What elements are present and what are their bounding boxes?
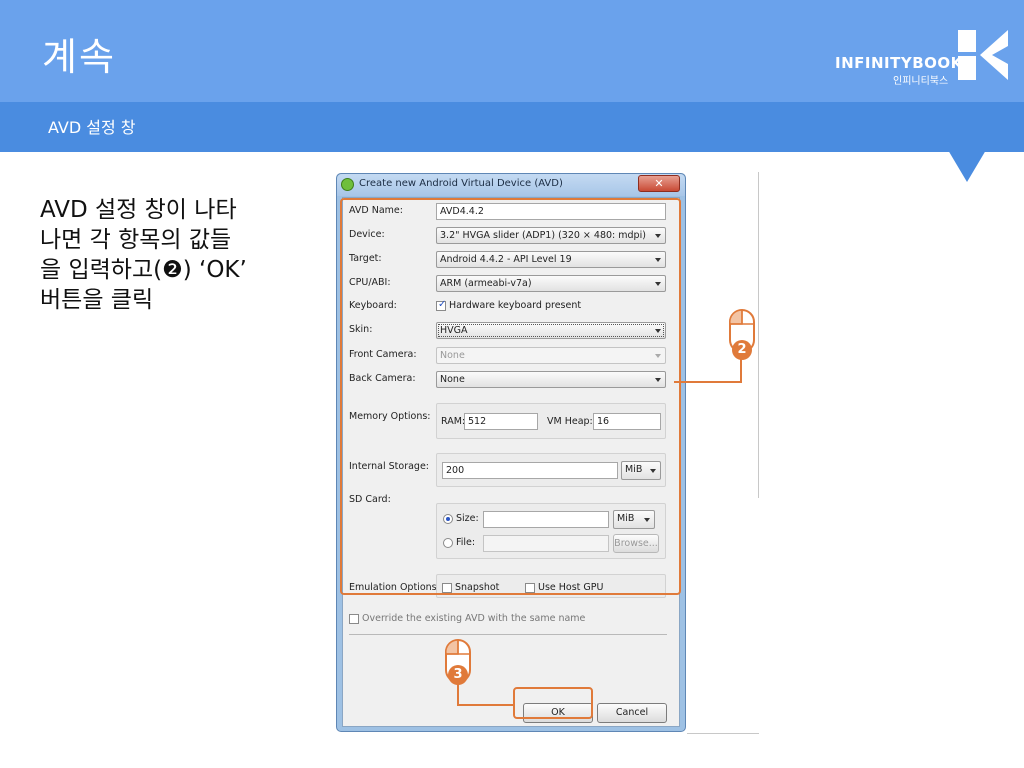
cancel-button[interactable]: Cancel	[597, 703, 667, 723]
body-line-1: AVD 설정 창이 나타	[40, 197, 237, 223]
subheader-band	[0, 102, 1024, 152]
dialog-separator	[349, 634, 667, 635]
brand-subtitle: 인피니티북스	[893, 76, 949, 87]
header-band	[0, 0, 1024, 102]
dialog-titlebar[interactable]: Create new Android Virtual Device (AVD) …	[337, 174, 685, 196]
step-3-connector-vertical	[457, 682, 459, 706]
android-app-icon	[341, 178, 354, 191]
dialog-title: Create new Android Virtual Device (AVD)	[359, 178, 563, 189]
override-label: Override the existing AVD with the same …	[362, 613, 586, 624]
step-2-badge: 2	[732, 340, 752, 360]
close-button[interactable]: ✕	[638, 175, 680, 192]
body-text: AVD 설정 창이 나타 나면 각 항목의 값들 을 입력하고(❷) ‘OK’ …	[40, 195, 300, 315]
avd-screenshot: Create new Android Virtual Device (AVD) …	[333, 168, 760, 735]
body-line-2: 나면 각 항목의 값들	[40, 227, 232, 253]
header-pointer-icon	[948, 150, 986, 182]
screenshot-edge	[758, 172, 759, 498]
body-line-3-post: ) ‘OK’	[182, 257, 247, 283]
step-2-inline-badge: ❷	[162, 257, 183, 283]
body-line-3-pre: 을 입력하고(	[40, 257, 163, 283]
slide-subtitle: AVD 설정 창	[48, 118, 136, 137]
infinitybooks-logo-icon	[958, 30, 1008, 80]
step-3-highlight-box	[513, 687, 593, 719]
step-3-badge: 3	[448, 665, 468, 685]
step-3-connector-horizontal	[458, 704, 515, 706]
step-2-highlight-box	[340, 198, 681, 595]
screenshot-edge-bottom	[687, 733, 759, 734]
override-checkbox[interactable]	[349, 614, 359, 624]
slide: 계속 AVD 설정 창 INFINITYBOOKS 인피니티북스 AVD 설정 …	[0, 0, 1024, 768]
body-line-3: 을 입력하고(❷) ‘OK’	[40, 255, 300, 285]
body-line-4: 버튼을 클릭	[40, 287, 154, 313]
step-2-connector-horizontal	[674, 381, 741, 383]
slide-title: 계속	[42, 35, 116, 79]
